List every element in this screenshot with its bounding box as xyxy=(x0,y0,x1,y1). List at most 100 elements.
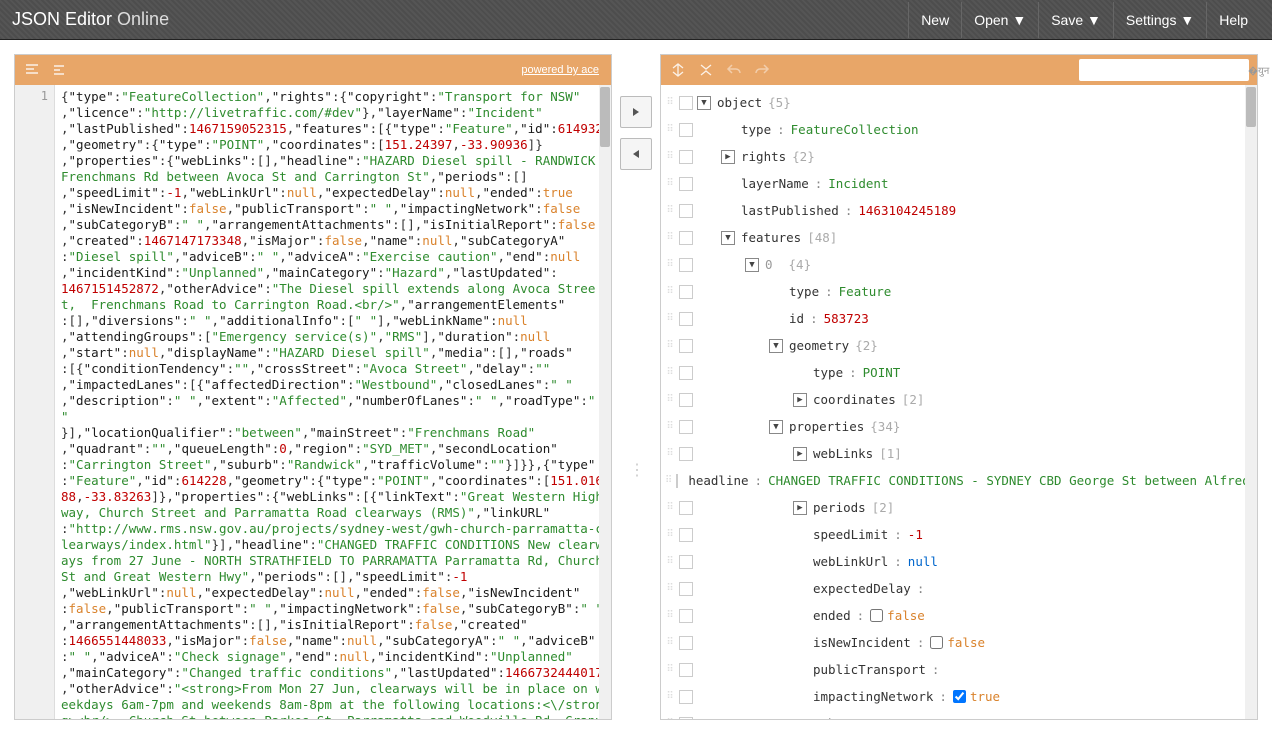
drag-handle-icon[interactable]: ⠿ xyxy=(665,201,675,221)
tree-key[interactable]: webLinks xyxy=(813,444,873,464)
tree-key[interactable]: impactingNetwork xyxy=(813,687,933,707)
menu-new[interactable]: New xyxy=(908,2,961,38)
tree-value[interactable]: null xyxy=(908,552,938,572)
tree-row[interactable]: ⠿layerName:Incident xyxy=(661,170,1257,197)
drag-handle-icon[interactable]: ⠿ xyxy=(665,228,675,248)
drag-handle-icon[interactable]: ⠿ xyxy=(665,579,675,599)
tree-key[interactable]: type xyxy=(789,282,819,302)
context-menu-icon[interactable] xyxy=(679,258,693,272)
drag-handle-icon[interactable]: ⠿ xyxy=(665,660,675,680)
tree-value[interactable]: CHANGED TRAFFIC CONDITIONS - SYDNEY CBD … xyxy=(768,471,1257,491)
context-menu-icon[interactable] xyxy=(679,555,693,569)
tree-key[interactable]: properties xyxy=(789,417,864,437)
tree-row[interactable]: ⠿▶coordinates[2] xyxy=(661,386,1257,413)
tree-value[interactable]: FeatureCollection xyxy=(791,120,919,140)
menu-help[interactable]: Help xyxy=(1206,2,1260,38)
drag-handle-icon[interactable]: ⠿ xyxy=(665,633,675,653)
tree-row[interactable]: ⠿subCategoryA: xyxy=(661,710,1257,719)
code-content[interactable]: {"type":"FeatureCollection","rights":{"c… xyxy=(55,85,611,719)
tree-row[interactable]: ⠿type:POINT xyxy=(661,359,1257,386)
expand-caret-icon[interactable]: ▶ xyxy=(793,501,807,515)
tree-search[interactable]: �युन xyxy=(1079,59,1249,81)
tree-row[interactable]: ⠿lastPublished:1463104245189 xyxy=(661,197,1257,224)
tree-value[interactable]: 583723 xyxy=(824,309,869,329)
expand-caret-icon[interactable]: ▼ xyxy=(721,231,735,245)
expand-caret-icon[interactable]: ▶ xyxy=(793,393,807,407)
context-menu-icon[interactable] xyxy=(679,447,693,461)
tree-key[interactable]: isNewIncident xyxy=(813,633,911,653)
context-menu-icon[interactable] xyxy=(679,339,693,353)
expand-caret-icon[interactable]: ▶ xyxy=(721,150,735,164)
splitter-handle[interactable]: ⋮ xyxy=(629,460,643,480)
drag-handle-icon[interactable]: ⠿ xyxy=(665,120,675,140)
bool-checkbox[interactable] xyxy=(870,609,883,622)
powered-by-link[interactable]: powered by ace xyxy=(521,64,599,76)
tree-key[interactable]: lastPublished xyxy=(741,201,839,221)
context-menu-icon[interactable] xyxy=(676,474,678,488)
tree-key[interactable]: speedLimit xyxy=(813,525,888,545)
tree-value[interactable]: Feature xyxy=(839,282,892,302)
tree-row[interactable]: ⠿webLinkUrl:null xyxy=(661,548,1257,575)
compact-icon[interactable] xyxy=(51,61,69,79)
collapse-all-icon[interactable] xyxy=(697,61,715,79)
tree-key[interactable]: features xyxy=(741,228,801,248)
tree-key[interactable]: webLinkUrl xyxy=(813,552,888,572)
drag-handle-icon[interactable]: ⠿ xyxy=(665,525,675,545)
tree-key[interactable]: periods xyxy=(813,498,866,518)
tree-row[interactable]: ⠿▶webLinks[1] xyxy=(661,440,1257,467)
drag-handle-icon[interactable]: ⠿ xyxy=(665,309,675,329)
context-menu-icon[interactable] xyxy=(679,609,693,623)
code-scrollbar[interactable] xyxy=(599,85,611,719)
drag-handle-icon[interactable]: ⠿ xyxy=(665,174,675,194)
tree-value[interactable]: true xyxy=(970,687,1000,707)
expand-caret-icon[interactable]: ▼ xyxy=(769,420,783,434)
tree-key[interactable]: type xyxy=(741,120,771,140)
tree-row[interactable]: ⠿ended:false xyxy=(661,602,1257,629)
drag-handle-icon[interactable]: ⠿ xyxy=(665,390,675,410)
tree-key[interactable]: object xyxy=(717,93,762,113)
copy-right-button[interactable] xyxy=(620,96,652,128)
drag-handle-icon[interactable]: ⠿ xyxy=(665,687,675,707)
tree-key[interactable]: layerName xyxy=(741,174,809,194)
context-menu-icon[interactable] xyxy=(679,636,693,650)
format-icon[interactable] xyxy=(23,61,41,79)
expand-caret-icon[interactable]: ▶ xyxy=(793,447,807,461)
tree-key[interactable]: id xyxy=(789,309,804,329)
menu-save[interactable]: Save ▼ xyxy=(1038,2,1113,38)
expand-all-icon[interactable] xyxy=(669,61,687,79)
copy-left-button[interactable] xyxy=(620,138,652,170)
tree-row[interactable]: ⠿▶rights{2} xyxy=(661,143,1257,170)
context-menu-icon[interactable] xyxy=(679,420,693,434)
tree-row[interactable]: ⠿expectedDelay: xyxy=(661,575,1257,602)
tree-key[interactable]: geometry xyxy=(789,336,849,356)
drag-handle-icon[interactable]: ⠿ xyxy=(665,444,675,464)
drag-handle-icon[interactable]: ⠿ xyxy=(665,498,675,518)
tree-key[interactable]: rights xyxy=(741,147,786,167)
tree-scrollbar[interactable] xyxy=(1245,85,1257,719)
context-menu-icon[interactable] xyxy=(679,393,693,407)
context-menu-icon[interactable] xyxy=(679,528,693,542)
context-menu-icon[interactable] xyxy=(679,231,693,245)
tree-row[interactable]: ⠿id:583723 xyxy=(661,305,1257,332)
context-menu-icon[interactable] xyxy=(679,285,693,299)
tree-key[interactable]: expectedDelay xyxy=(813,579,911,599)
context-menu-icon[interactable] xyxy=(679,501,693,515)
tree-value[interactable]: false xyxy=(887,606,925,626)
expand-caret-icon[interactable]: ▼ xyxy=(697,96,711,110)
tree-editor[interactable]: ⠿▼object{5}⠿type:FeatureCollection⠿▶righ… xyxy=(661,85,1257,719)
tree-value[interactable]: Incident xyxy=(828,174,888,194)
tree-row[interactable]: ⠿isNewIncident:false xyxy=(661,629,1257,656)
context-menu-icon[interactable] xyxy=(679,717,693,720)
search-input[interactable] xyxy=(1089,63,1244,77)
context-menu-icon[interactable] xyxy=(679,366,693,380)
redo-icon[interactable] xyxy=(753,61,771,79)
menu-open[interactable]: Open ▼ xyxy=(961,2,1038,38)
tree-key[interactable]: subCategoryA xyxy=(813,714,903,720)
expand-caret-icon[interactable]: ▼ xyxy=(745,258,759,272)
tree-row[interactable]: ⠿▼0{4} xyxy=(661,251,1257,278)
tree-row[interactable]: ⠿▶periods[2] xyxy=(661,494,1257,521)
tree-row[interactable]: ⠿type:FeatureCollection xyxy=(661,116,1257,143)
context-menu-icon[interactable] xyxy=(679,177,693,191)
tree-row[interactable]: ⠿type:Feature xyxy=(661,278,1257,305)
tree-row[interactable]: ⠿headline:CHANGED TRAFFIC CONDITIONS - S… xyxy=(661,467,1257,494)
